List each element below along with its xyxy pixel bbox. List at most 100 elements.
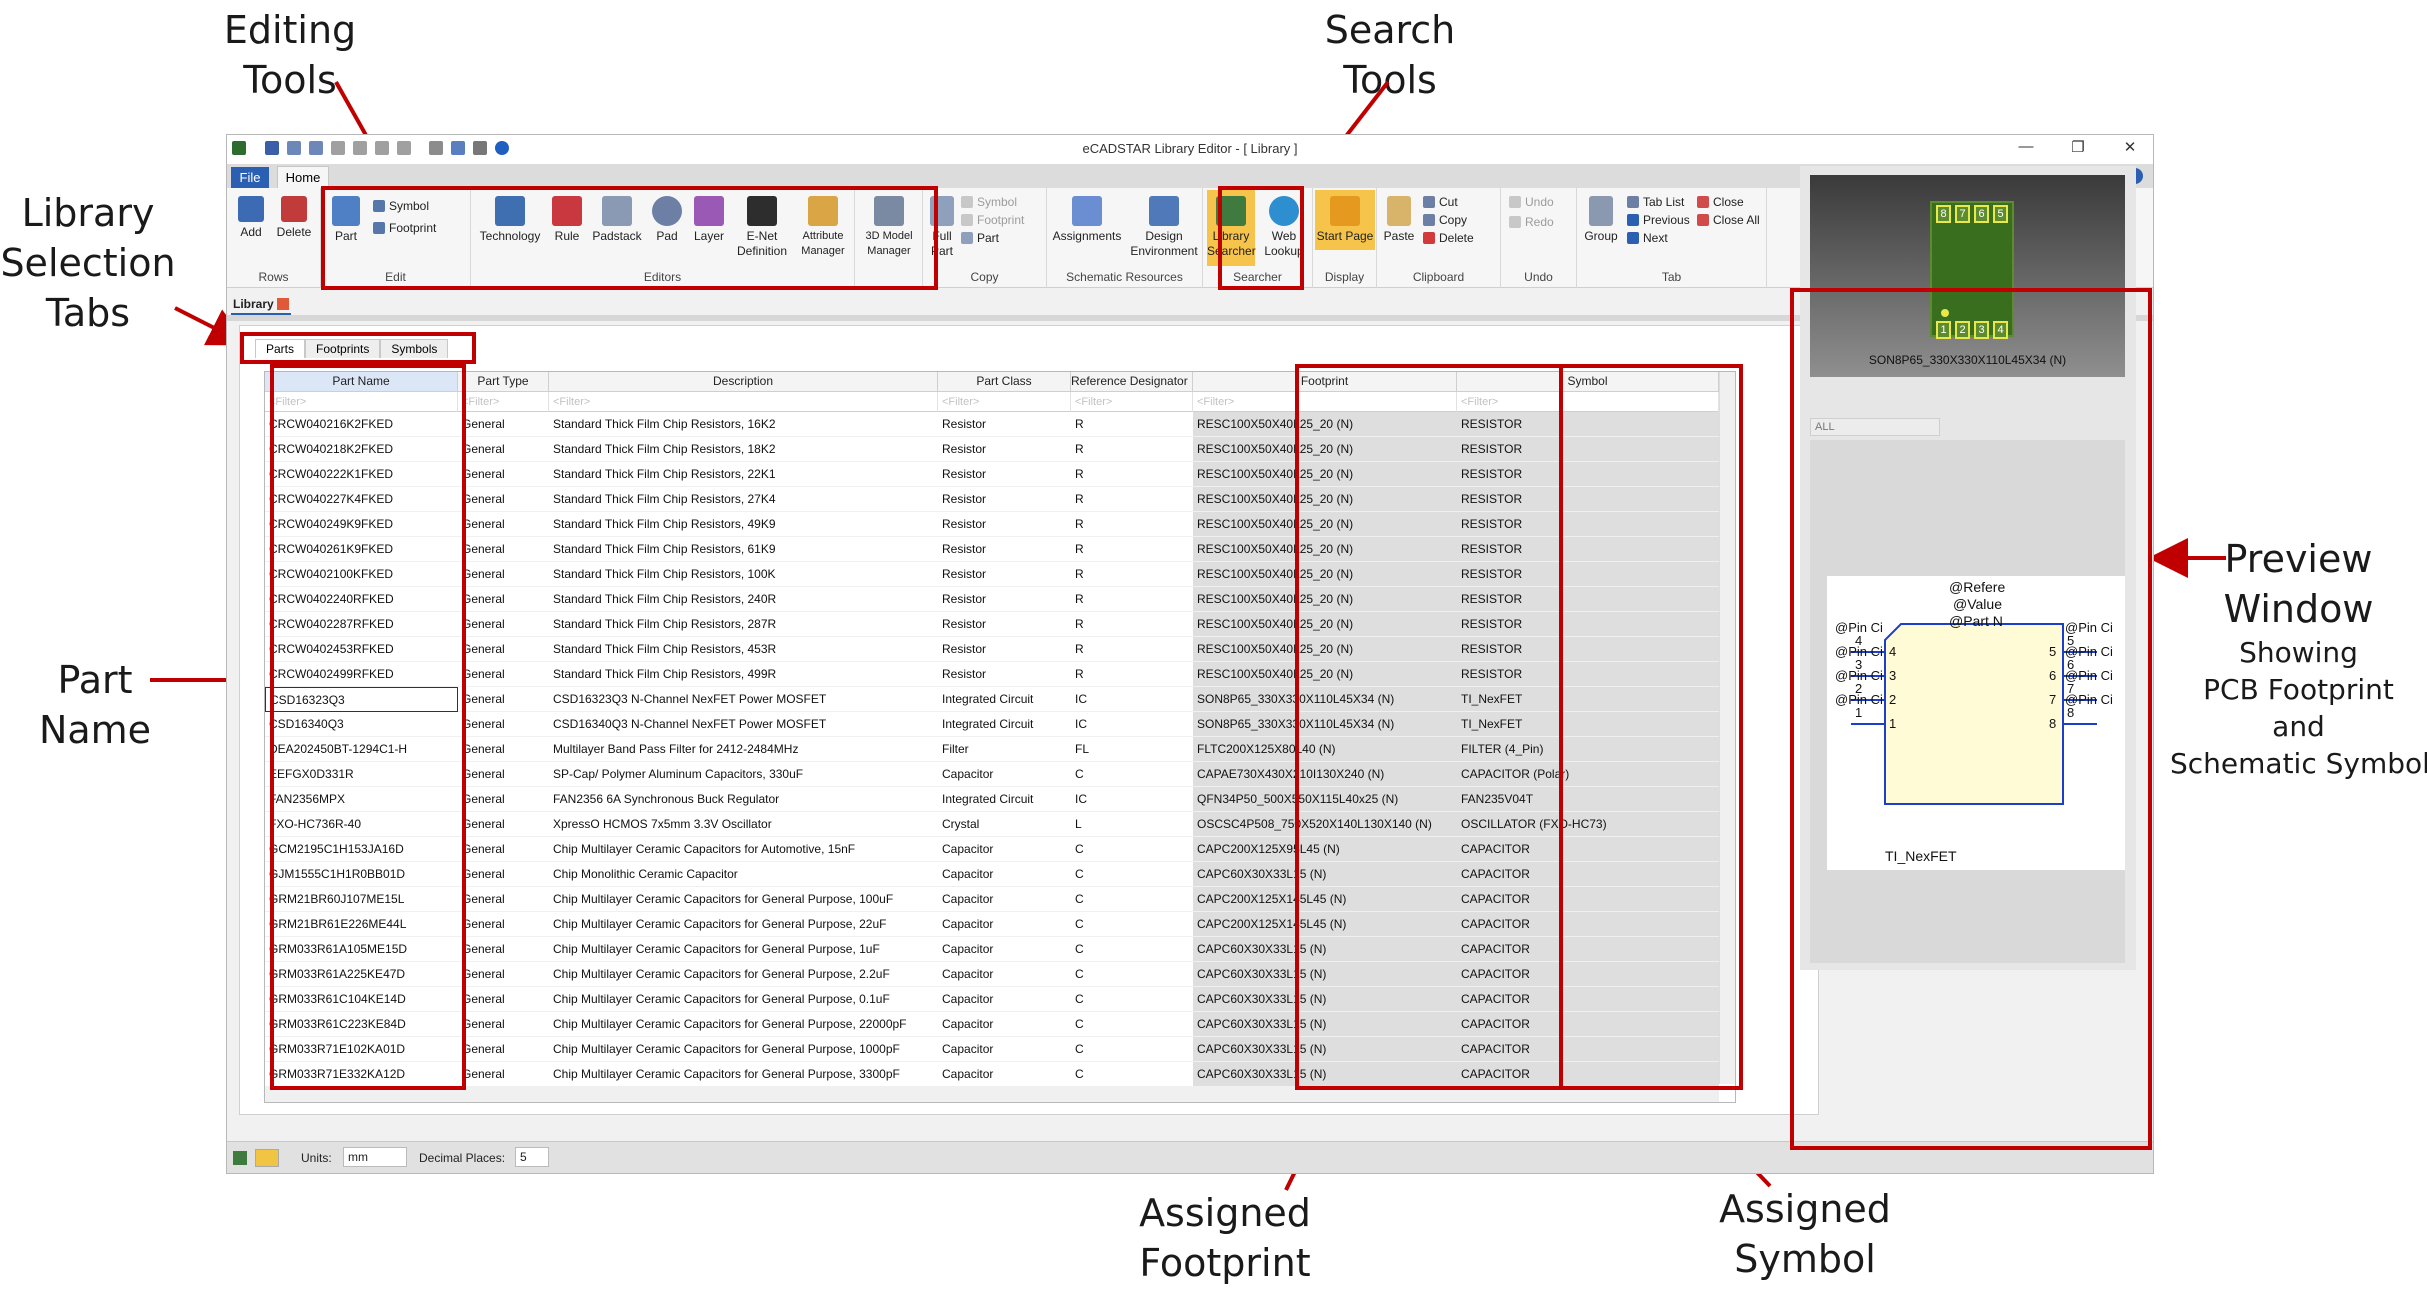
maximize-button[interactable]: ❐ — [2063, 138, 2093, 156]
cell-refdes-prefix[interactable]: C — [1071, 962, 1193, 987]
next-button[interactable]: Next — [1627, 230, 1668, 246]
cell-refdes-prefix[interactable]: C — [1071, 837, 1193, 862]
cell-part-type[interactable]: General — [458, 637, 549, 662]
close-doc-tab-icon[interactable] — [277, 298, 290, 310]
filter-refdes-prefix[interactable]: <Filter> — [1071, 392, 1193, 412]
cell-part-type[interactable]: General — [458, 1037, 549, 1062]
cell-part-class[interactable]: Resistor — [938, 512, 1071, 537]
copy-part-button[interactable]: Part — [961, 230, 999, 246]
filter-part-class[interactable]: <Filter> — [938, 392, 1071, 412]
cell-description[interactable]: SP-Cap/ Polymer Aluminum Capacitors, 330… — [549, 762, 938, 787]
group-button[interactable]: Group — [1581, 196, 1621, 244]
add-row-button[interactable]: Add — [233, 196, 269, 240]
cell-part-class[interactable]: Resistor — [938, 412, 1071, 437]
cell-part-type[interactable]: General — [458, 1012, 549, 1037]
cell-description[interactable]: Standard Thick Film Chip Resistors, 499R — [549, 662, 938, 687]
cell-part-class[interactable]: Resistor — [938, 637, 1071, 662]
cell-part-class[interactable]: Capacitor — [938, 862, 1071, 887]
decimal-places-select[interactable]: 5 — [515, 1147, 549, 1167]
cell-refdes-prefix[interactable]: C — [1071, 1062, 1193, 1087]
redo-button[interactable]: Redo — [1509, 214, 1554, 230]
cell-part-type[interactable]: General — [458, 662, 549, 687]
cell-part-type[interactable]: General — [458, 787, 549, 812]
cell-part-type[interactable]: General — [458, 712, 549, 737]
cell-refdes-prefix[interactable]: R — [1071, 587, 1193, 612]
cell-part-type[interactable]: General — [458, 687, 549, 712]
cell-refdes-prefix[interactable]: R — [1071, 612, 1193, 637]
cell-part-class[interactable]: Capacitor — [938, 987, 1071, 1012]
cell-part-type[interactable]: General — [458, 1062, 549, 1087]
cell-description[interactable]: Standard Thick Film Chip Resistors, 453R — [549, 637, 938, 662]
cell-description[interactable]: Chip Multilayer Ceramic Capacitors for G… — [549, 987, 938, 1012]
cell-description[interactable]: Chip Multilayer Ceramic Capacitors for A… — [549, 837, 938, 862]
library-doc-tab[interactable]: Library — [231, 297, 292, 315]
cell-refdes-prefix[interactable]: IC — [1071, 787, 1193, 812]
cell-part-class[interactable]: Resistor — [938, 562, 1071, 587]
tab-list-button[interactable]: Tab List — [1627, 194, 1684, 210]
cell-refdes-prefix[interactable]: FL — [1071, 737, 1193, 762]
cell-part-type[interactable]: General — [458, 512, 549, 537]
cell-description[interactable]: Chip Monolithic Ceramic Capacitor — [549, 862, 938, 887]
cell-description[interactable]: Chip Multilayer Ceramic Capacitors for G… — [549, 1037, 938, 1062]
cell-part-type[interactable]: General — [458, 462, 549, 487]
cell-part-class[interactable]: Capacitor — [938, 887, 1071, 912]
cell-description[interactable]: Chip Multilayer Ceramic Capacitors for G… — [549, 937, 938, 962]
cell-description[interactable]: Standard Thick Film Chip Resistors, 27K4 — [549, 487, 938, 512]
units-select[interactable]: mm — [343, 1147, 407, 1167]
cell-description[interactable]: Chip Multilayer Ceramic Capacitors for G… — [549, 887, 938, 912]
cell-part-class[interactable]: Resistor — [938, 487, 1071, 512]
cell-description[interactable]: Standard Thick Film Chip Resistors, 100K — [549, 562, 938, 587]
cell-refdes-prefix[interactable]: C — [1071, 1037, 1193, 1062]
cell-refdes-prefix[interactable]: R — [1071, 487, 1193, 512]
cell-refdes-prefix[interactable]: C — [1071, 862, 1193, 887]
column-header-part-type[interactable]: Part Type — [458, 372, 549, 392]
cell-refdes-prefix[interactable]: R — [1071, 637, 1193, 662]
cell-part-class[interactable]: Integrated Circuit — [938, 787, 1071, 812]
cell-part-class[interactable]: Capacitor — [938, 937, 1071, 962]
cell-description[interactable]: Standard Thick Film Chip Resistors, 18K2 — [549, 437, 938, 462]
cell-part-class[interactable]: Filter — [938, 737, 1071, 762]
cell-refdes-prefix[interactable]: C — [1071, 1012, 1193, 1037]
cell-part-class[interactable]: Capacitor — [938, 762, 1071, 787]
cell-part-class[interactable]: Capacitor — [938, 912, 1071, 937]
cell-part-type[interactable]: General — [458, 862, 549, 887]
cell-description[interactable]: CSD16323Q3 N-Channel NexFET Power MOSFET — [549, 687, 938, 712]
cell-refdes-prefix[interactable]: R — [1071, 537, 1193, 562]
file-tab[interactable]: File — [231, 167, 269, 188]
cell-part-type[interactable]: General — [458, 887, 549, 912]
cell-description[interactable]: Chip Multilayer Ceramic Capacitors for G… — [549, 1012, 938, 1037]
cell-description[interactable]: Standard Thick Film Chip Resistors, 22K1 — [549, 462, 938, 487]
cell-part-class[interactable]: Capacitor — [938, 837, 1071, 862]
cell-refdes-prefix[interactable]: R — [1071, 512, 1193, 537]
cell-part-type[interactable]: General — [458, 987, 549, 1012]
paste-button[interactable]: Paste — [1381, 196, 1417, 244]
delete-row-button[interactable]: Delete — [273, 196, 315, 240]
cell-refdes-prefix[interactable]: L — [1071, 812, 1193, 837]
cell-refdes-prefix[interactable]: IC — [1071, 687, 1193, 712]
cell-part-class[interactable]: Integrated Circuit — [938, 687, 1071, 712]
design-environment-button[interactable]: Design Environment — [1127, 196, 1201, 259]
cell-part-type[interactable]: General — [458, 562, 549, 587]
cell-part-type[interactable]: General — [458, 962, 549, 987]
cell-description[interactable]: Standard Thick Film Chip Resistors, 287R — [549, 612, 938, 637]
cell-refdes-prefix[interactable]: C — [1071, 887, 1193, 912]
column-header-description[interactable]: Description — [549, 372, 938, 392]
cell-part-type[interactable]: General — [458, 737, 549, 762]
cell-part-class[interactable]: Capacitor — [938, 962, 1071, 987]
cell-description[interactable]: Standard Thick Film Chip Resistors, 61K9 — [549, 537, 938, 562]
cell-part-type[interactable]: General — [458, 837, 549, 862]
copy-button[interactable]: Copy — [1423, 212, 1467, 228]
cell-refdes-prefix[interactable]: R — [1071, 437, 1193, 462]
cell-refdes-prefix[interactable]: C — [1071, 937, 1193, 962]
filter-description[interactable]: <Filter> — [549, 392, 938, 412]
cell-part-class[interactable]: Capacitor — [938, 1037, 1071, 1062]
cell-refdes-prefix[interactable]: R — [1071, 412, 1193, 437]
cell-part-class[interactable]: Resistor — [938, 462, 1071, 487]
close-button[interactable]: ✕ — [2115, 138, 2145, 156]
cell-part-type[interactable]: General — [458, 762, 549, 787]
cell-part-type[interactable]: General — [458, 412, 549, 437]
cell-refdes-prefix[interactable]: C — [1071, 987, 1193, 1012]
cell-description[interactable]: Standard Thick Film Chip Resistors, 16K2 — [549, 412, 938, 437]
cell-part-class[interactable]: Resistor — [938, 537, 1071, 562]
start-page-button[interactable]: Start Page — [1315, 190, 1375, 250]
